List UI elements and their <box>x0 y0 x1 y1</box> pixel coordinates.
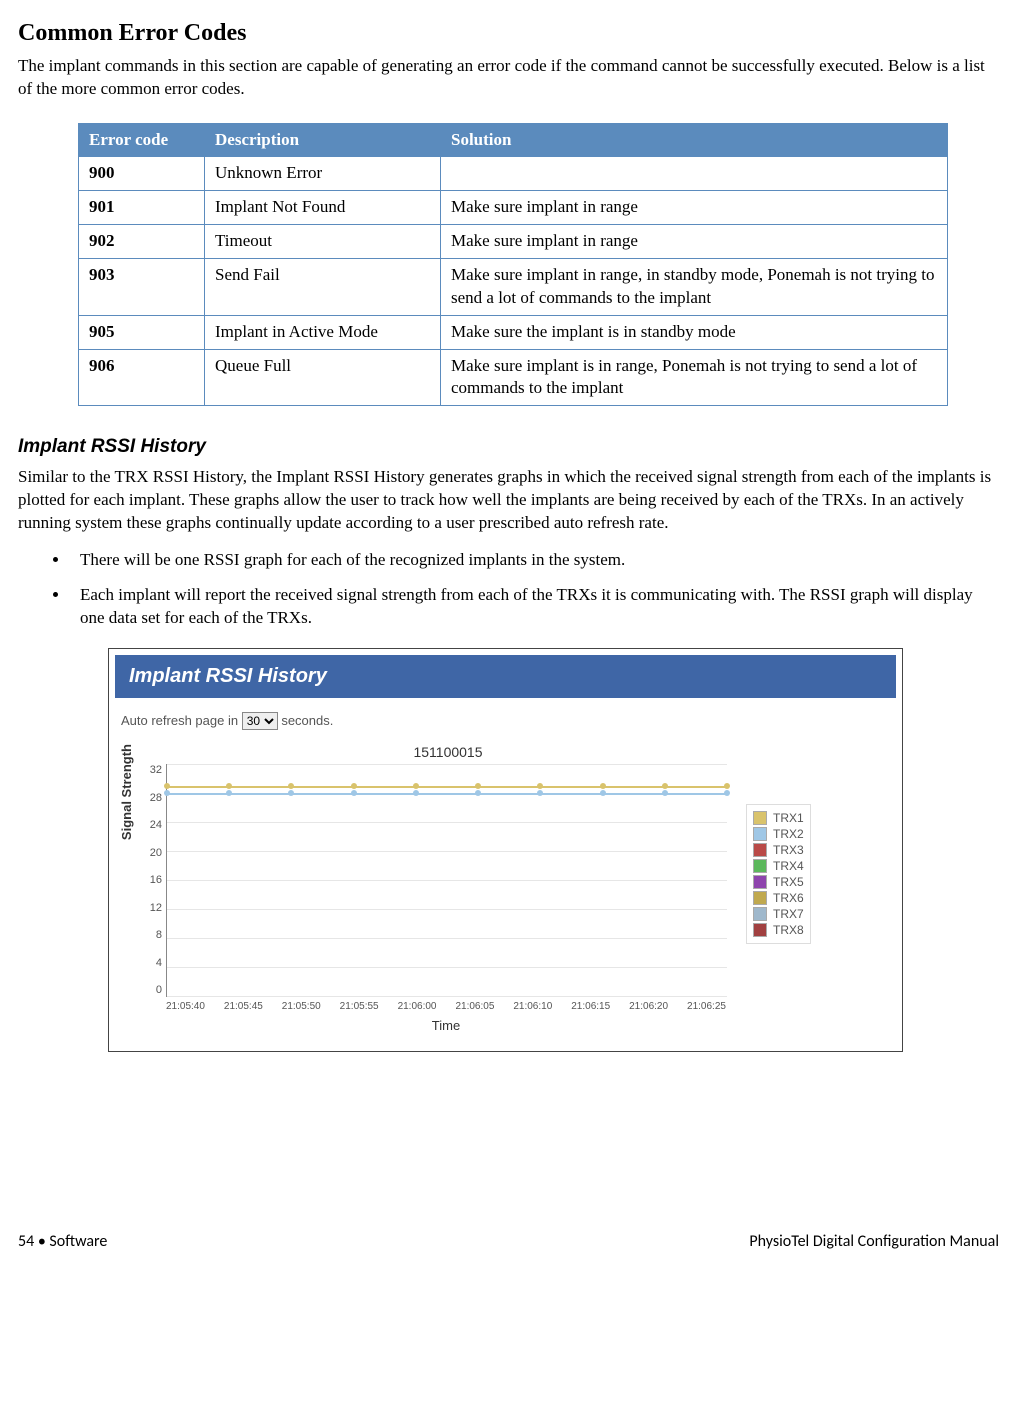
cell-desc: Queue Full <box>205 349 441 406</box>
rssi-chart: Signal Strength 151100015 32282420161284… <box>115 744 896 1033</box>
table-row: 906Queue FullMake sure implant is in ran… <box>79 349 948 406</box>
table-row: 902TimeoutMake sure implant in range <box>79 224 948 258</box>
cell-sol <box>441 156 948 190</box>
cell-desc: Send Fail <box>205 258 441 315</box>
th-code: Error code <box>79 123 205 156</box>
page-footer: 54 • Software PhysioTel Digital Configur… <box>18 1232 999 1251</box>
table-row: 900Unknown Error <box>79 156 948 190</box>
chart-legend: TRX1 TRX2 TRX3 TRX4 TRX5 TRX6 TRX7 TRX8 <box>746 804 811 944</box>
chart-xlabel: Time <box>166 1018 726 1033</box>
chart-title: 151100015 <box>168 744 728 760</box>
cell-sol: Make sure implant in range <box>441 190 948 224</box>
legend-item: TRX2 <box>753 827 804 841</box>
legend-item: TRX5 <box>753 875 804 889</box>
section-title-rssi: Implant RSSI History <box>18 436 999 458</box>
list-item: Each implant will report the received si… <box>70 584 999 630</box>
refresh-prefix: Auto refresh page in <box>121 713 238 728</box>
intro-paragraph: The implant commands in this section are… <box>18 55 999 101</box>
chart-ylabel: Signal Strength <box>119 744 134 930</box>
cell-sol: Make sure implant is in range, Ponemah i… <box>441 349 948 406</box>
cell-sol: Make sure implant in range, in standby m… <box>441 258 948 315</box>
cell-code: 903 <box>79 258 205 315</box>
cell-code: 902 <box>79 224 205 258</box>
section-title-error-codes: Common Error Codes <box>18 20 999 47</box>
footer-right: PhysioTel Digital Configuration Manual <box>749 1232 999 1251</box>
rssi-history-panel: Implant RSSI History Auto refresh page i… <box>108 648 903 1052</box>
rssi-panel-title: Implant RSSI History <box>115 655 896 698</box>
legend-item: TRX3 <box>753 843 804 857</box>
footer-left: 54 • Software <box>18 1232 107 1251</box>
auto-refresh-line: Auto refresh page in 30 seconds. <box>115 708 896 744</box>
cell-code: 905 <box>79 315 205 349</box>
table-row: 903Send FailMake sure implant in range, … <box>79 258 948 315</box>
plot-area <box>166 764 727 997</box>
cell-code: 906 <box>79 349 205 406</box>
th-desc: Description <box>205 123 441 156</box>
error-codes-table: Error code Description Solution 900Unkno… <box>78 123 948 407</box>
y-axis-ticks: 322824201612840 <box>138 764 166 996</box>
refresh-suffix: seconds. <box>281 713 333 728</box>
th-sol: Solution <box>441 123 948 156</box>
cell-desc: Implant in Active Mode <box>205 315 441 349</box>
cell-code: 901 <box>79 190 205 224</box>
legend-item: TRX4 <box>753 859 804 873</box>
table-row: 901Implant Not FoundMake sure implant in… <box>79 190 948 224</box>
legend-item: TRX6 <box>753 891 804 905</box>
refresh-interval-select[interactable]: 30 <box>242 712 278 730</box>
cell-desc: Unknown Error <box>205 156 441 190</box>
rssi-bullets: There will be one RSSI graph for each of… <box>18 549 999 630</box>
cell-desc: Implant Not Found <box>205 190 441 224</box>
legend-item: TRX8 <box>753 923 804 937</box>
cell-desc: Timeout <box>205 224 441 258</box>
legend-item: TRX1 <box>753 811 804 825</box>
list-item: There will be one RSSI graph for each of… <box>70 549 999 572</box>
table-row: 905Implant in Active ModeMake sure the i… <box>79 315 948 349</box>
legend-item: TRX7 <box>753 907 804 921</box>
x-axis-ticks: 21:05:4021:05:4521:05:5021:05:5521:06:00… <box>166 1001 726 1012</box>
cell-code: 900 <box>79 156 205 190</box>
rssi-paragraph: Similar to the TRX RSSI History, the Imp… <box>18 466 999 535</box>
cell-sol: Make sure implant in range <box>441 224 948 258</box>
cell-sol: Make sure the implant is in standby mode <box>441 315 948 349</box>
